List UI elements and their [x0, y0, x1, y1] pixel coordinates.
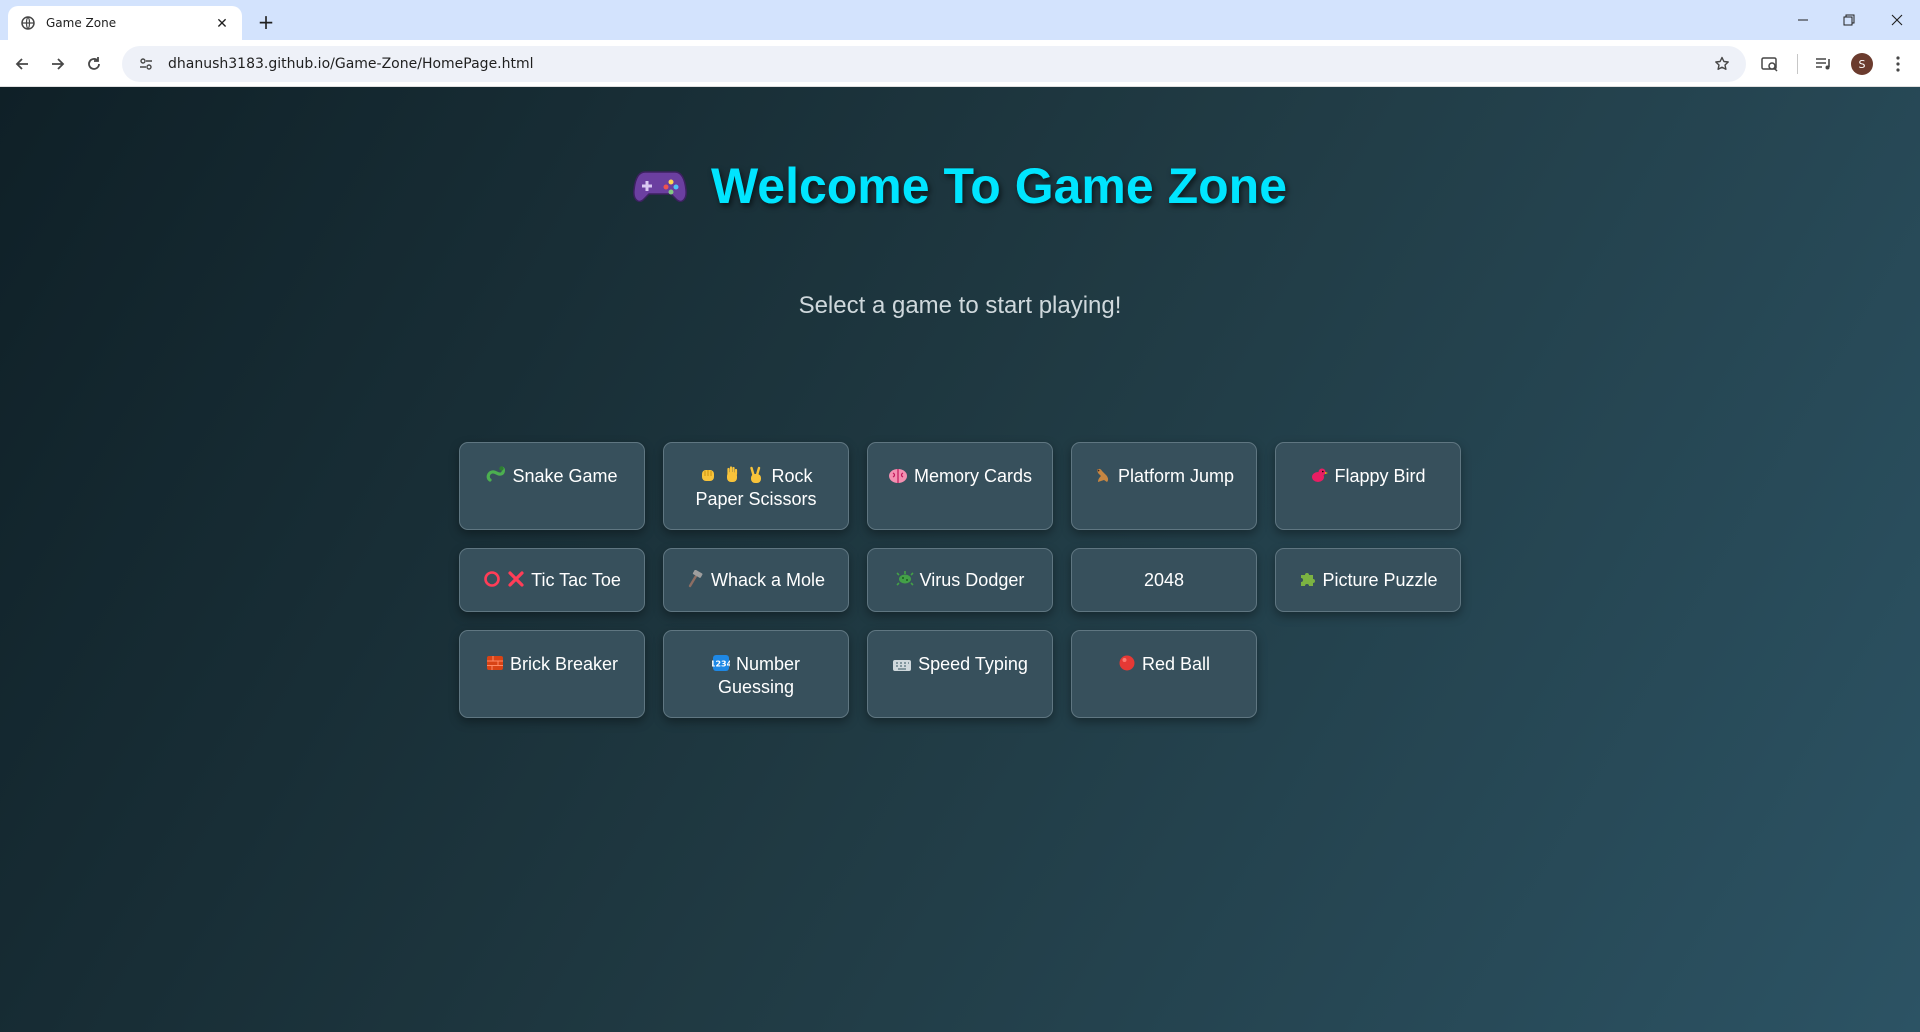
game-label: Tic Tac Toe: [531, 570, 621, 590]
game-button-platform-jump[interactable]: Platform Jump: [1071, 442, 1257, 530]
game-label: Picture Puzzle: [1322, 570, 1438, 590]
rock-fist-icon: [699, 466, 717, 484]
page-title-text: Welcome To Game Zone: [710, 158, 1288, 214]
paper-hand-icon: [723, 466, 741, 484]
game-label: Platform Jump: [1117, 466, 1235, 486]
back-button[interactable]: [6, 48, 38, 80]
tab-strip: Game Zone ✕ +: [0, 0, 1920, 40]
game-button-snake[interactable]: Snake Game: [459, 442, 645, 530]
game-button-speed-typing[interactable]: Speed Typing: [867, 630, 1053, 718]
game-button-memory-cards[interactable]: Memory Cards: [867, 442, 1053, 530]
site-info-icon[interactable]: [134, 52, 158, 76]
browser-tab[interactable]: Game Zone ✕: [8, 6, 242, 40]
restore-button[interactable]: [1826, 0, 1872, 40]
game-label: Brick Breaker: [509, 654, 619, 674]
game-label: Virus Dodger: [919, 570, 1025, 590]
close-window-button[interactable]: [1874, 0, 1920, 40]
red-ball-icon: [1118, 654, 1136, 672]
game-button-tic-tac-toe[interactable]: Tic Tac Toe: [459, 548, 645, 612]
game-button-brick-breaker[interactable]: Brick Breaker: [459, 630, 645, 718]
tab-close-icon[interactable]: ✕: [212, 13, 232, 33]
cross-x-icon: [507, 570, 525, 588]
game-button-red-ball[interactable]: Red Ball: [1071, 630, 1257, 718]
profile-avatar[interactable]: S: [1846, 48, 1878, 80]
numbers-icon: 1234: [712, 654, 730, 672]
svg-text:1234: 1234: [712, 660, 730, 669]
reload-icon: [88, 57, 100, 70]
browser-toolbar: dhanush3183.github.io/Game-Zone/HomePage…: [0, 40, 1920, 87]
keyboard-icon: [892, 658, 912, 672]
game-button-virus-dodger[interactable]: Virus Dodger: [867, 548, 1053, 612]
brain-icon: [888, 468, 908, 484]
reload-button[interactable]: [78, 48, 110, 80]
game-label: Number Guessing: [717, 654, 801, 697]
bookmark-star-icon[interactable]: [1706, 48, 1738, 80]
game-button-number-guessing[interactable]: 1234 Number Guessing: [663, 630, 849, 718]
forward-button[interactable]: [42, 48, 74, 80]
avatar: S: [1851, 53, 1873, 75]
game-label: Flappy Bird: [1334, 466, 1426, 486]
lens-search-icon[interactable]: [1754, 48, 1786, 80]
bird-icon: [1310, 466, 1329, 484]
url-text[interactable]: dhanush3183.github.io/Game-Zone/HomePage…: [168, 56, 1706, 72]
games-grid: Snake Game Rock Paper Scissors Memory Ca…: [459, 442, 1461, 718]
game-label: Red Ball: [1141, 654, 1211, 674]
arrow-left-icon: [15, 58, 28, 70]
game-button-picture-puzzle[interactable]: Picture Puzzle: [1275, 548, 1461, 612]
tab-title: Game Zone: [46, 16, 117, 30]
page-viewport: Welcome To Game Zone Select a game to st…: [0, 87, 1920, 1032]
kangaroo-icon: [1094, 466, 1112, 484]
arrow-right-icon: [52, 58, 65, 70]
page-heading: Welcome To Game Zone: [0, 157, 1920, 215]
game-controller-icon: [633, 166, 687, 206]
circle-o-icon: [483, 570, 501, 588]
game-button-flappy-bird[interactable]: Flappy Bird: [1275, 442, 1461, 530]
snake-icon: [486, 466, 506, 484]
toolbar-divider: [1797, 54, 1798, 74]
new-tab-button[interactable]: +: [252, 8, 280, 36]
game-button-2048[interactable]: 2048: [1071, 548, 1257, 612]
hammer-icon: [687, 570, 705, 588]
game-button-rock-paper-scissors[interactable]: Rock Paper Scissors: [663, 442, 849, 530]
minimize-button[interactable]: [1780, 0, 1826, 40]
game-button-whack-a-mole[interactable]: Whack a Mole: [663, 548, 849, 612]
microbe-icon: [896, 570, 914, 588]
globe-icon: [20, 15, 36, 31]
game-label: Whack a Mole: [710, 570, 826, 590]
game-label: Memory Cards: [913, 466, 1033, 486]
scissors-hand-icon: [747, 466, 765, 484]
address-bar[interactable]: dhanush3183.github.io/Game-Zone/HomePage…: [122, 46, 1746, 82]
media-control-icon[interactable]: [1808, 48, 1840, 80]
puzzle-icon: [1298, 570, 1316, 588]
brick-icon: [486, 654, 504, 672]
page-subtitle: Select a game to start playing!: [798, 292, 1122, 319]
game-label: 2048: [1143, 570, 1185, 590]
game-label: Snake Game: [512, 466, 618, 486]
menu-dots-icon[interactable]: [1882, 48, 1914, 80]
game-label: Speed Typing: [918, 654, 1028, 674]
